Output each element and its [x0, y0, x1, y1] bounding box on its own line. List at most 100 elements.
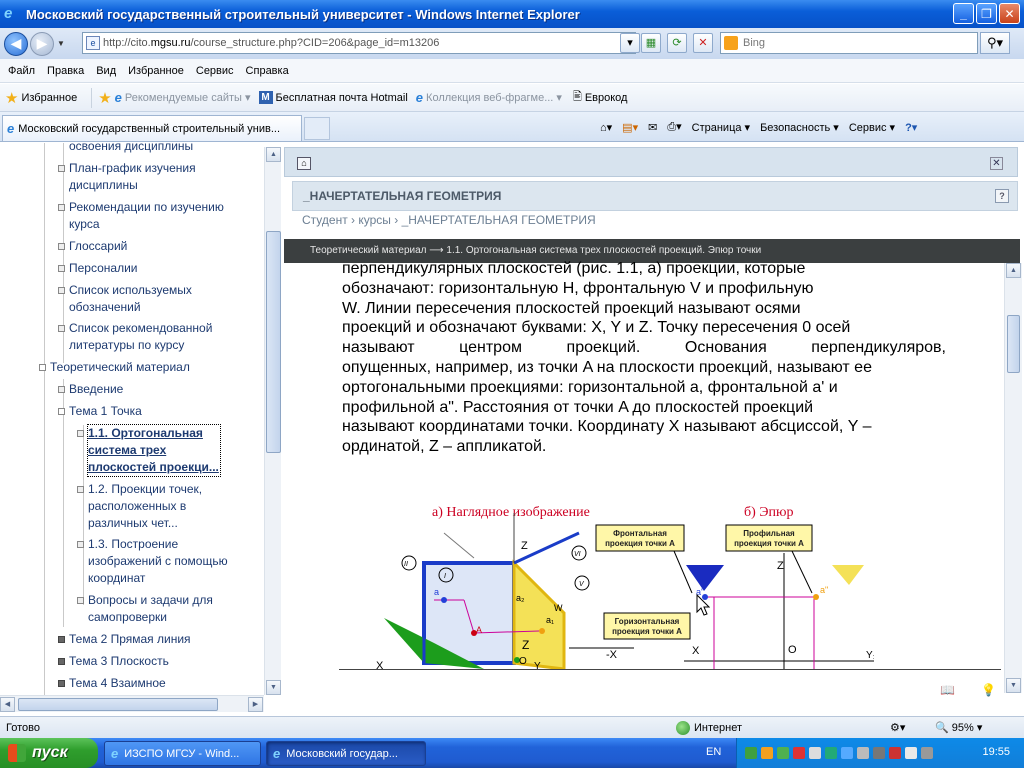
print-icon[interactable]: ⎙▾: [667, 120, 681, 134]
search-button[interactable]: ⚲▾: [980, 32, 1010, 54]
favorites-button[interactable]: ★ Избранное: [0, 89, 77, 107]
sidebar-item-topic-1[interactable]: Тема 1 Точка: [58, 403, 142, 420]
favorite-suggested-sites[interactable]: ★ e Рекомендуемые сайты ▾: [98, 89, 250, 107]
compatibility-icon[interactable]: ▦: [641, 33, 661, 53]
book-icon[interactable]: 📖: [940, 683, 955, 697]
help-icon[interactable]: ?▾: [905, 121, 917, 134]
taskbar-item-mgsu[interactable]: e Московский государ...: [266, 741, 426, 766]
sidebar-item-recommendations[interactable]: Рекомендации по изучению курса: [58, 199, 224, 233]
forward-button[interactable]: ▶: [30, 31, 54, 56]
back-button[interactable]: ◀: [4, 31, 28, 56]
tray-icon[interactable]: [889, 747, 901, 759]
zoom-control[interactable]: 🔍 95% ▾: [935, 721, 982, 734]
new-tab-button[interactable]: [304, 117, 330, 140]
help-icon[interactable]: ?: [995, 189, 1009, 203]
favorite-web-slices[interactable]: e Коллекция веб-фрагме... ▾: [416, 90, 562, 105]
start-button[interactable]: пуск: [0, 738, 98, 768]
sidebar-hscrollbar[interactable]: ◀ ▶: [0, 695, 264, 712]
minimize-button[interactable]: _: [953, 3, 974, 24]
close-button[interactable]: ✕: [999, 3, 1020, 24]
refresh-icon[interactable]: ⟳: [667, 33, 687, 53]
favorite-hotmail[interactable]: M Бесплатная почта Hotmail: [258, 91, 408, 104]
language-indicator[interactable]: EN: [706, 746, 721, 758]
tab-label: Московский государственный строительный …: [18, 122, 281, 135]
menu-tools[interactable]: Сервис: [190, 65, 240, 77]
tray-icon[interactable]: [857, 747, 869, 759]
tree-collapse-icon[interactable]: [58, 408, 65, 415]
tree-expand-icon[interactable]: [58, 658, 65, 665]
scroll-thumb[interactable]: [1007, 315, 1020, 373]
safety-menu[interactable]: Безопасность ▾: [760, 121, 839, 134]
menu-view[interactable]: Вид: [90, 65, 122, 77]
tray-icon[interactable]: [825, 747, 837, 759]
content-scrollbar[interactable]: ▲ ▼: [1004, 263, 1022, 693]
sidebar-item-topic-4[interactable]: Тема 4 Взаимное: [58, 675, 166, 692]
scroll-down-arrow[interactable]: ▼: [266, 680, 281, 695]
scroll-down-arrow[interactable]: ▼: [1006, 678, 1021, 693]
tree-expand-icon[interactable]: [58, 680, 65, 687]
sidebar-item-1-1[interactable]: 1.1. Ортогональная система трех плоскост…: [77, 424, 221, 477]
sidebar-item-1-2[interactable]: 1.2. Проекции точек, расположенных в раз…: [77, 481, 202, 532]
tray-icon[interactable]: [745, 747, 757, 759]
page-content: освоения дисциплины План-график изучения…: [0, 143, 1024, 716]
tree-expand-icon[interactable]: [58, 636, 65, 643]
sidebar-item-literature[interactable]: Список рекомендованной литературы по кур…: [58, 320, 212, 354]
security-zone[interactable]: Интернет: [676, 720, 742, 735]
sidebar-item-intro[interactable]: Введение: [58, 381, 123, 398]
tray-icon[interactable]: [777, 747, 789, 759]
scroll-up-arrow[interactable]: ▲: [266, 147, 281, 162]
stop-icon[interactable]: ✕: [693, 33, 713, 53]
sidebar-item-questions[interactable]: Вопросы и задачи для самопроверки: [77, 592, 213, 626]
sidebar-item-glossary[interactable]: Глоссарий: [58, 238, 127, 255]
address-input[interactable]: e http://cito. mgsu.ru/course_structure.p…: [82, 32, 636, 54]
menu-edit[interactable]: Правка: [41, 65, 90, 77]
scroll-up-arrow[interactable]: ▲: [1006, 263, 1021, 278]
page-menu[interactable]: Страница ▾: [692, 121, 750, 134]
sidebar-item-theory[interactable]: Теоретический материал: [39, 359, 190, 376]
mail-icon[interactable]: ✉: [648, 121, 657, 134]
maximize-button[interactable]: ❐: [976, 3, 997, 24]
tray-icon[interactable]: [809, 747, 821, 759]
menu-file[interactable]: Файл: [2, 65, 41, 77]
speaker-icon[interactable]: [921, 747, 933, 759]
menu-help[interactable]: Справка: [240, 65, 295, 77]
close-icon[interactable]: ✕: [990, 157, 1003, 170]
home-icon[interactable]: ⌂: [297, 157, 311, 170]
home-icon[interactable]: ⌂▾: [600, 121, 612, 134]
sidebar-scrollbar[interactable]: ▲ ▼: [264, 147, 281, 695]
favorite-label: Рекомендуемые сайты ▾: [124, 92, 251, 104]
sidebar-item-1-3[interactable]: 1.3. Построение изображений с помощью ко…: [77, 536, 228, 587]
breadcrumb[interactable]: Студент › курсы › _НАЧЕРТАТЕЛЬНАЯ ГЕОМЕТ…: [302, 213, 596, 227]
menu-favorites[interactable]: Избранное: [122, 65, 190, 77]
tray-icon[interactable]: [873, 747, 885, 759]
taskbar-item-izspo[interactable]: e ИЗСПО МГСУ - Wind...: [104, 741, 261, 766]
scroll-right-arrow[interactable]: ▶: [248, 697, 263, 712]
scroll-thumb[interactable]: [266, 231, 281, 453]
sidebar-item-goals[interactable]: освоения дисциплины: [69, 143, 193, 155]
sidebar-item-topic-2[interactable]: Тема 2 Прямая линия: [58, 631, 191, 648]
protected-mode-icon[interactable]: ⚙▾: [890, 721, 920, 735]
feeds-icon[interactable]: ▤▾: [622, 121, 638, 134]
tray-icon[interactable]: [841, 747, 853, 759]
tree-collapse-icon[interactable]: [39, 364, 46, 371]
tab-active[interactable]: e Московский государственный строительны…: [2, 115, 302, 141]
search-input[interactable]: Bing: [720, 32, 978, 54]
history-dropdown-icon[interactable]: ▼: [57, 39, 65, 48]
clock[interactable]: 19:55: [982, 746, 1010, 758]
sidebar-item-persons[interactable]: Персоналии: [58, 260, 138, 277]
tray-icon[interactable]: [905, 747, 917, 759]
tray-icon[interactable]: [761, 747, 773, 759]
callout-prof-2: проекция точки A: [734, 539, 804, 548]
sidebar-item-schedule[interactable]: План-график изучения дисциплины: [58, 160, 196, 194]
sidebar-item-topic-3[interactable]: Тема 3 Плоскость: [58, 653, 169, 670]
hscroll-thumb[interactable]: [18, 698, 218, 711]
hint-icon[interactable]: 💡: [981, 683, 996, 697]
scroll-left-arrow[interactable]: ◀: [0, 697, 15, 712]
address-dropdown-button[interactable]: ▾: [620, 33, 640, 53]
sidebar-item-notation[interactable]: Список используемых обозначений: [58, 282, 192, 316]
tools-menu[interactable]: Сервис ▾: [849, 121, 895, 134]
sidebar-item-label: Рекомендации по изучению: [69, 200, 224, 214]
divider: [91, 87, 93, 108]
tray-icon[interactable]: [793, 747, 805, 759]
favorite-eurocode[interactable]: 🖹 Еврокод: [570, 88, 628, 107]
